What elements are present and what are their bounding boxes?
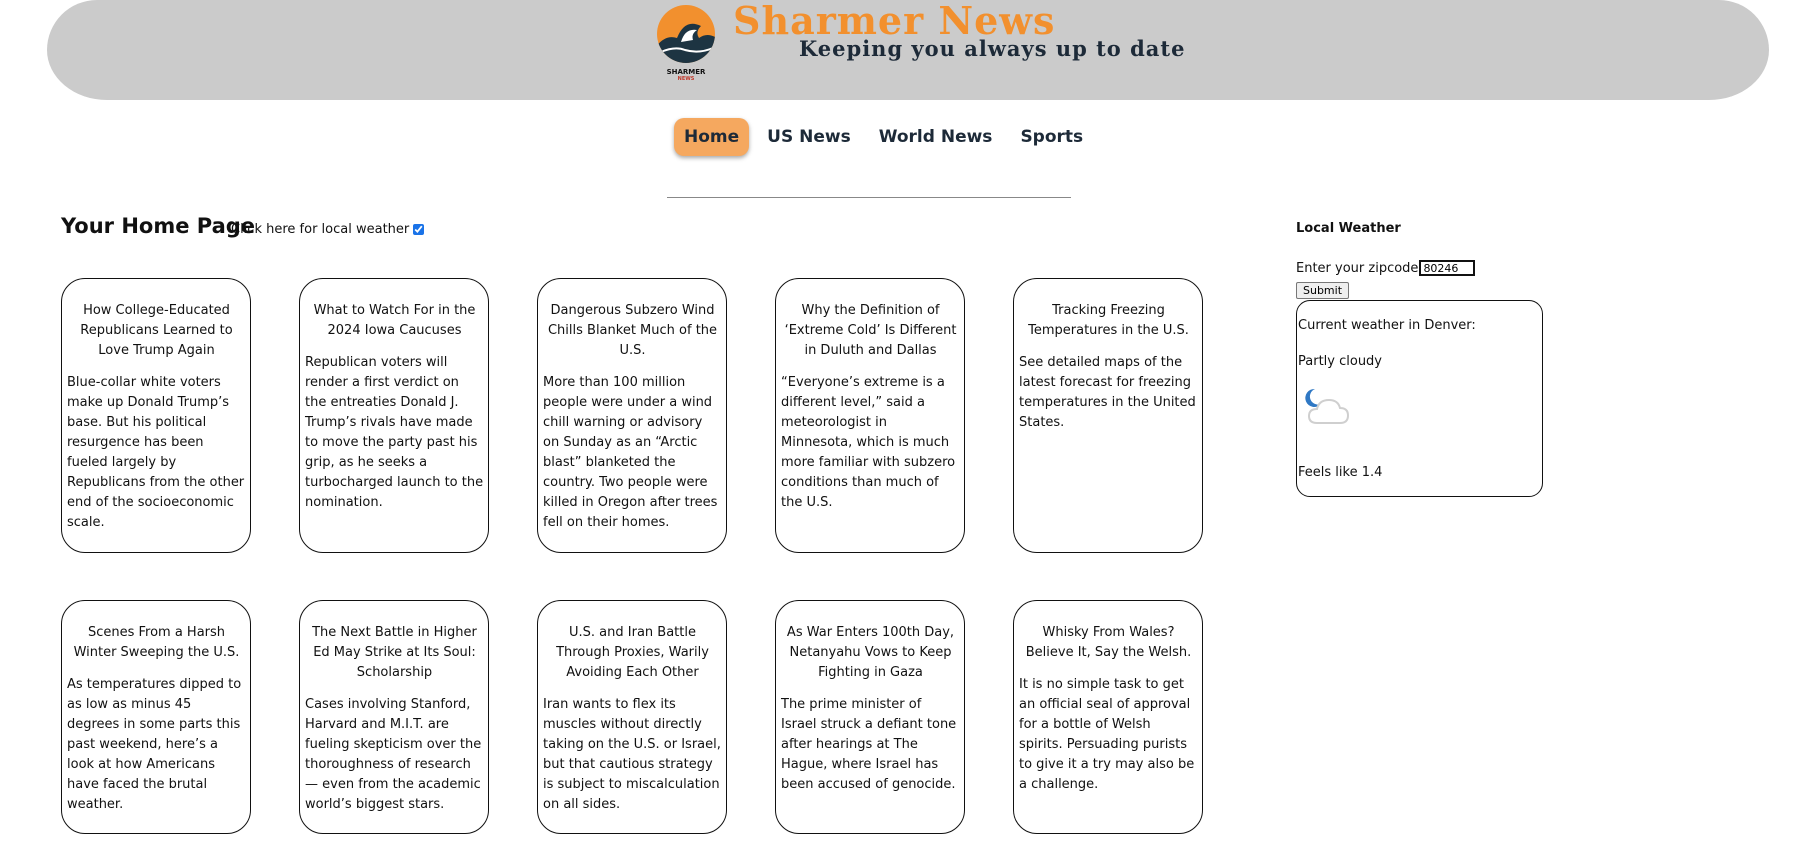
weather-feels-like: Feels like 1.4 <box>1298 465 1383 480</box>
local-weather-title: Local Weather <box>1296 221 1401 236</box>
nav-us-news[interactable]: US News <box>757 118 861 156</box>
article-title[interactable]: Why the Definition of ‘Extreme Cold’ Is … <box>781 301 960 361</box>
article-title[interactable]: U.S. and Iran Battle Through Proxies, Wa… <box>543 623 722 683</box>
article-title[interactable]: Dangerous Subzero Wind Chills Blanket Mu… <box>543 301 722 361</box>
article-title[interactable]: The Next Battle in Higher Ed May Strike … <box>305 623 484 683</box>
article-summary: Iran wants to flex its muscles without d… <box>543 697 721 812</box>
article-summary: Cases involving Stanford, Harvard and M.… <box>305 697 482 812</box>
article-summary: The prime minister of Israel struck a de… <box>781 697 957 792</box>
article-summary: “Everyone’s extreme is a different level… <box>781 375 956 510</box>
zipcode-row: Enter your zipcode <box>1296 260 1476 276</box>
weather-toggle-label: Click here for local weather <box>231 222 410 237</box>
moon-cloud-icon <box>1305 388 1350 424</box>
article-card[interactable]: What to Watch For in the 2024 Iowa Caucu… <box>299 278 489 553</box>
article-card[interactable]: U.S. and Iran Battle Through Proxies, Wa… <box>537 600 727 834</box>
article-summary: More than 100 million people were under … <box>543 375 718 530</box>
article-title[interactable]: As War Enters 100th Day, Netanyahu Vows … <box>781 623 960 683</box>
article-summary: It is no simple task to get an official … <box>1019 677 1195 792</box>
zipcode-label: Enter your zipcode <box>1296 260 1419 276</box>
nav-world-news[interactable]: World News <box>869 118 1003 156</box>
article-card[interactable]: Why the Definition of ‘Extreme Cold’ Is … <box>775 278 965 553</box>
article-title[interactable]: Tracking Freezing Temperatures in the U.… <box>1019 301 1198 341</box>
sharmer-logo[interactable]: SHARMER NEWS <box>655 4 717 84</box>
article-card[interactable]: Tracking Freezing Temperatures in the U.… <box>1013 278 1203 553</box>
article-card[interactable]: Dangerous Subzero Wind Chills Blanket Mu… <box>537 278 727 553</box>
brand-tagline: Keeping you always up to date <box>799 36 1186 61</box>
article-summary: Republican voters will render a first ve… <box>305 355 484 510</box>
main-nav: Home US News World News Sports <box>674 116 1093 158</box>
article-card[interactable]: The Next Battle in Higher Ed May Strike … <box>299 600 489 834</box>
local-weather-toggle[interactable]: Click here for local weather <box>231 222 425 237</box>
weather-result-panel: Current weather in Denver: Partly cloudy… <box>1296 300 1543 497</box>
zipcode-input[interactable] <box>1419 260 1476 276</box>
zipcode-submit-button[interactable]: Submit <box>1296 282 1350 299</box>
article-summary: As temperatures dipped to as low as minu… <box>67 677 242 812</box>
weather-toggle-checkbox[interactable] <box>413 224 425 235</box>
article-summary: See detailed maps of the latest forecast… <box>1019 355 1196 430</box>
logo-emblem-icon <box>657 5 715 63</box>
nav-home[interactable]: Home <box>674 118 750 156</box>
article-card[interactable]: As War Enters 100th Day, Netanyahu Vows … <box>775 600 965 834</box>
article-card[interactable]: Whisky From Wales? Believe It, Say the W… <box>1013 600 1203 834</box>
logo-text: SHARMER NEWS <box>666 68 706 82</box>
site-header: SHARMER NEWS Sharmer News Keeping you al… <box>47 0 1769 100</box>
article-title[interactable]: Scenes From a Harsh Winter Sweeping the … <box>67 623 246 663</box>
article-summary: Blue-collar white voters make up Donald … <box>67 375 245 530</box>
article-card[interactable]: How College-Educated Republicans Learned… <box>61 278 251 553</box>
nav-sports[interactable]: Sports <box>1010 118 1093 156</box>
weather-location: Current weather in Denver: <box>1298 318 1476 333</box>
article-title[interactable]: What to Watch For in the 2024 Iowa Caucu… <box>305 301 484 341</box>
nav-divider <box>667 197 1071 198</box>
weather-condition: Partly cloudy <box>1298 354 1382 369</box>
article-title[interactable]: How College-Educated Republicans Learned… <box>67 301 246 361</box>
article-card[interactable]: Scenes From a Harsh Winter Sweeping the … <box>61 600 251 834</box>
page-title: Your Home Page <box>61 214 256 238</box>
article-title[interactable]: Whisky From Wales? Believe It, Say the W… <box>1019 623 1198 663</box>
